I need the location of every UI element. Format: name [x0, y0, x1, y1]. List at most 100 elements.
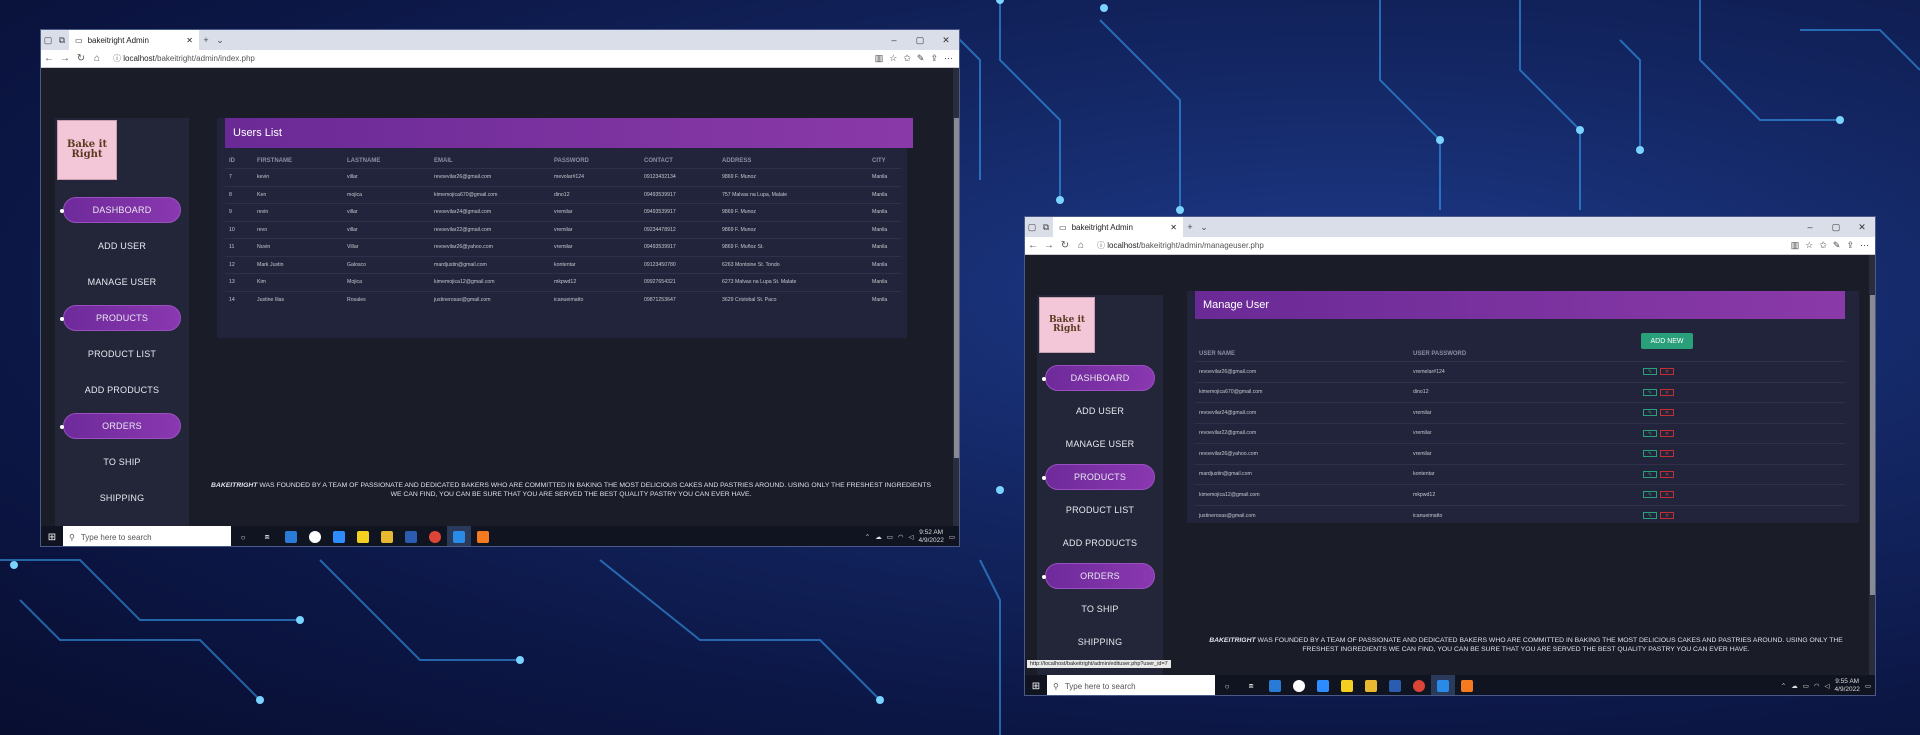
- forward-icon[interactable]: →: [1041, 240, 1057, 251]
- pen-icon[interactable]: ✎: [917, 53, 925, 64]
- edge-icon[interactable]: [447, 526, 471, 546]
- sidebar-item-product-list[interactable]: PRODUCT LIST: [63, 341, 181, 367]
- home-icon[interactable]: ⌂: [89, 53, 105, 64]
- chevron-down-icon[interactable]: ⌄: [1197, 222, 1211, 233]
- edit-icon[interactable]: ✎: [1643, 388, 1657, 396]
- edge-icon[interactable]: [1431, 675, 1455, 695]
- browser-tab-active[interactable]: ▭ bakeitright Admin ✕: [1053, 217, 1183, 237]
- vscode-icon[interactable]: [1263, 675, 1287, 695]
- sidebar-item-manage-user[interactable]: MANAGE USER: [63, 269, 181, 295]
- delete-icon[interactable]: ✕: [1660, 429, 1674, 437]
- delete-icon[interactable]: ✕: [1660, 491, 1674, 499]
- clock[interactable]: 9:55 AM 4/9/2022: [1835, 678, 1860, 694]
- battery-icon[interactable]: ▭: [887, 533, 893, 541]
- browser-tab-active[interactable]: ▭ bakeitright Admin ✕: [69, 30, 199, 50]
- edit-icon[interactable]: ✎: [1643, 429, 1657, 437]
- chrome-icon[interactable]: [423, 526, 447, 546]
- sidebar-item-products[interactable]: PRODUCTS: [60, 305, 181, 331]
- chevron-up-icon[interactable]: ⌃: [1781, 682, 1786, 690]
- task-view-icon[interactable]: ⧈: [1239, 675, 1263, 695]
- delete-icon[interactable]: ✕: [1660, 512, 1674, 519]
- sidebar-item-product-list[interactable]: PRODUCT LIST: [1045, 497, 1155, 523]
- url-field[interactable]: ⓘ localhost/bakeitright/admin/index.php: [105, 53, 875, 64]
- tab-actions-icon[interactable]: ▢: [1025, 222, 1039, 233]
- app-icon[interactable]: [303, 526, 327, 546]
- sidebar-item-orders[interactable]: ORDERS: [1042, 563, 1155, 589]
- delete-icon[interactable]: ✕: [1660, 388, 1674, 396]
- back-icon[interactable]: ←: [41, 53, 57, 64]
- delete-icon[interactable]: ✕: [1660, 368, 1674, 376]
- new-tab-icon[interactable]: +: [1183, 222, 1197, 232]
- onedrive-icon[interactable]: ☁: [875, 533, 882, 541]
- maximize-icon[interactable]: ▢: [1823, 222, 1849, 233]
- taskbar-search[interactable]: ⚲ Type here to search: [63, 526, 231, 546]
- battery-icon[interactable]: ▭: [1803, 682, 1809, 690]
- sidebar-item-dashboard[interactable]: DASHBOARD: [60, 197, 181, 223]
- pen-icon[interactable]: ✎: [1833, 240, 1841, 251]
- refresh-icon[interactable]: ↻: [73, 53, 89, 64]
- word-icon[interactable]: [399, 526, 423, 546]
- reading-view-icon[interactable]: ▥: [875, 53, 884, 64]
- edit-icon[interactable]: ✎: [1643, 368, 1657, 376]
- file-explorer-icon[interactable]: [1359, 675, 1383, 695]
- share-icon[interactable]: ⇪: [1846, 240, 1854, 251]
- back-icon[interactable]: ←: [1025, 240, 1041, 251]
- share-icon[interactable]: ⇪: [930, 53, 938, 64]
- edit-icon[interactable]: ✎: [1643, 512, 1657, 519]
- favorites-list-icon[interactable]: ✩: [1819, 240, 1827, 251]
- sidebar-item-add-products[interactable]: ADD PRODUCTS: [63, 377, 181, 403]
- tab-preview-icon[interactable]: ⧉: [55, 35, 69, 46]
- sidebar-item-to-ship[interactable]: TO SHIP: [63, 449, 181, 475]
- minimize-icon[interactable]: –: [1797, 222, 1823, 233]
- notifications-icon[interactable]: ▭: [1865, 682, 1871, 690]
- close-tab-icon[interactable]: ✕: [186, 36, 193, 45]
- home-icon[interactable]: ⌂: [1073, 240, 1089, 251]
- favorite-star-icon[interactable]: ☆: [889, 53, 897, 64]
- cortana-icon[interactable]: ○: [1215, 675, 1239, 695]
- windows-start-icon[interactable]: ⊞: [41, 532, 63, 543]
- favorite-star-icon[interactable]: ☆: [1805, 240, 1813, 251]
- chevron-down-icon[interactable]: ⌄: [213, 35, 227, 46]
- zoom-icon[interactable]: [1311, 675, 1335, 695]
- sidebar-item-add-user[interactable]: ADD USER: [1045, 398, 1155, 424]
- cortana-icon[interactable]: ○: [231, 526, 255, 546]
- url-field[interactable]: ⓘ localhost/bakeitright/admin/manageuser…: [1089, 240, 1791, 251]
- close-window-icon[interactable]: ✕: [933, 35, 959, 46]
- close-window-icon[interactable]: ✕: [1849, 222, 1875, 233]
- maximize-icon[interactable]: ▢: [907, 35, 933, 46]
- chrome-icon[interactable]: [1407, 675, 1431, 695]
- chevron-up-icon[interactable]: ⌃: [865, 533, 870, 541]
- delete-icon[interactable]: ✕: [1660, 470, 1674, 478]
- onedrive-icon[interactable]: ☁: [1791, 682, 1798, 690]
- app-icon[interactable]: [1287, 675, 1311, 695]
- more-icon[interactable]: ⋯: [1860, 240, 1869, 251]
- volume-icon[interactable]: ◁: [1825, 682, 1830, 690]
- edit-icon[interactable]: ✎: [1643, 409, 1657, 417]
- reading-view-icon[interactable]: ▥: [1791, 240, 1800, 251]
- clock[interactable]: 9:52 AM 4/9/2022: [919, 529, 944, 545]
- refresh-icon[interactable]: ↻: [1057, 240, 1073, 251]
- zoom-icon[interactable]: [327, 526, 351, 546]
- windows-start-icon[interactable]: ⊞: [1025, 681, 1047, 692]
- sidebar-item-dashboard[interactable]: DASHBOARD: [1042, 365, 1155, 391]
- sidebar-item-products[interactable]: PRODUCTS: [1042, 464, 1155, 490]
- sidebar-item-shipping[interactable]: SHIPPING: [1045, 629, 1155, 655]
- sidebar-item-add-products[interactable]: ADD PRODUCTS: [1045, 530, 1155, 556]
- edit-icon[interactable]: ✎: [1643, 491, 1657, 499]
- sidebar-item-manage-user[interactable]: MANAGE USER: [1045, 431, 1155, 457]
- favorites-list-icon[interactable]: ✩: [903, 53, 911, 64]
- sidebar-item-to-ship[interactable]: TO SHIP: [1045, 596, 1155, 622]
- volume-icon[interactable]: ◁: [909, 533, 914, 541]
- delete-icon[interactable]: ✕: [1660, 450, 1674, 458]
- close-tab-icon[interactable]: ✕: [1170, 223, 1177, 232]
- word-icon[interactable]: [1383, 675, 1407, 695]
- xampp-icon[interactable]: [471, 526, 495, 546]
- minimize-icon[interactable]: –: [881, 35, 907, 46]
- more-icon[interactable]: ⋯: [944, 53, 953, 64]
- new-tab-icon[interactable]: +: [199, 35, 213, 45]
- vscode-icon[interactable]: [279, 526, 303, 546]
- edit-icon[interactable]: ✎: [1643, 470, 1657, 478]
- sidebar-item-shipping[interactable]: SHIPPING: [63, 485, 181, 511]
- sticky-notes-icon[interactable]: [1335, 675, 1359, 695]
- forward-icon[interactable]: →: [57, 53, 73, 64]
